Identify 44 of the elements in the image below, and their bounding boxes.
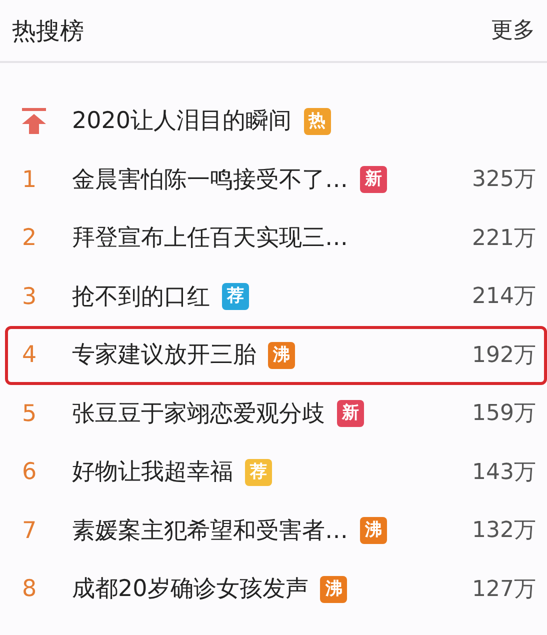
topic-title[interactable]: 抢不到的口红 xyxy=(72,280,210,314)
topic-title[interactable]: 好物让我超幸福 xyxy=(72,455,233,490)
rank-number: 1 xyxy=(22,166,38,194)
tag-badge: 沸 xyxy=(360,517,387,544)
more-link[interactable]: 更多 xyxy=(491,14,535,47)
topic-title[interactable]: 2020让人泪目的瞬间 xyxy=(72,104,292,138)
topic-row[interactable]: 5 张豆豆于家翊恋爱观分歧 新 159万 xyxy=(5,384,547,443)
topic-row[interactable]: 2 拜登宣布上任百天实现三… 221万 xyxy=(5,209,547,268)
view-count: 214万 xyxy=(472,283,537,312)
rank-number: 4 xyxy=(22,341,38,370)
pin-top-icon xyxy=(22,108,46,134)
rank-number: 2 xyxy=(22,224,38,253)
view-count: 221万 xyxy=(472,224,537,253)
topic-row[interactable]: 3 抢不到的口红 荐 214万 xyxy=(5,268,547,326)
tag-badge: 沸 xyxy=(320,576,348,603)
rank-number: 6 xyxy=(22,458,38,487)
rank-number: 3 xyxy=(22,282,38,312)
tag-badge: 新 xyxy=(337,400,364,428)
topic-title[interactable]: 张豆豆于家翊恋爱观分歧 xyxy=(72,396,325,431)
topic-row[interactable]: 1 金晨害怕陈一鸣接受不了… 新 325万 xyxy=(5,150,547,209)
view-count: 159万 xyxy=(472,400,537,428)
topic-title[interactable]: 素媛案主犯希望和受害者… xyxy=(72,514,348,548)
tag-badge: 热 xyxy=(304,108,331,135)
tag-badge: 沸 xyxy=(268,342,295,369)
view-count: 127万 xyxy=(472,576,537,604)
topic-row[interactable]: 8 成都20岁确诊女孩发声 沸 127万 xyxy=(5,560,547,618)
topic-row[interactable]: 6 好物让我超幸福 荐 143万 xyxy=(5,443,547,502)
view-count: 325万 xyxy=(472,166,537,194)
topic-title[interactable]: 成都20岁确诊女孩发声 xyxy=(72,572,308,606)
tag-badge: 荐 xyxy=(222,283,249,310)
topic-title[interactable]: 拜登宣布上任百天实现三… xyxy=(72,221,348,256)
topic-title[interactable]: 专家建议放开三胎 xyxy=(72,338,256,372)
view-count: 192万 xyxy=(472,342,537,370)
topic-row[interactable]: 4 专家建议放开三胎 沸 192万 xyxy=(5,326,547,384)
topic-title[interactable]: 金晨害怕陈一鸣接受不了… xyxy=(72,162,348,197)
rank-number: 7 xyxy=(22,516,38,546)
panel-title: 热搜榜 xyxy=(12,16,84,46)
view-count: 132万 xyxy=(472,517,537,546)
rank-number: 8 xyxy=(22,575,38,604)
tag-badge: 荐 xyxy=(245,458,272,486)
rank-number: 5 xyxy=(22,400,38,428)
topic-row[interactable]: 7 素媛案主犯希望和受害者… 沸 132万 xyxy=(5,502,547,560)
tag-badge: 新 xyxy=(360,166,387,194)
view-count: 143万 xyxy=(472,458,537,487)
